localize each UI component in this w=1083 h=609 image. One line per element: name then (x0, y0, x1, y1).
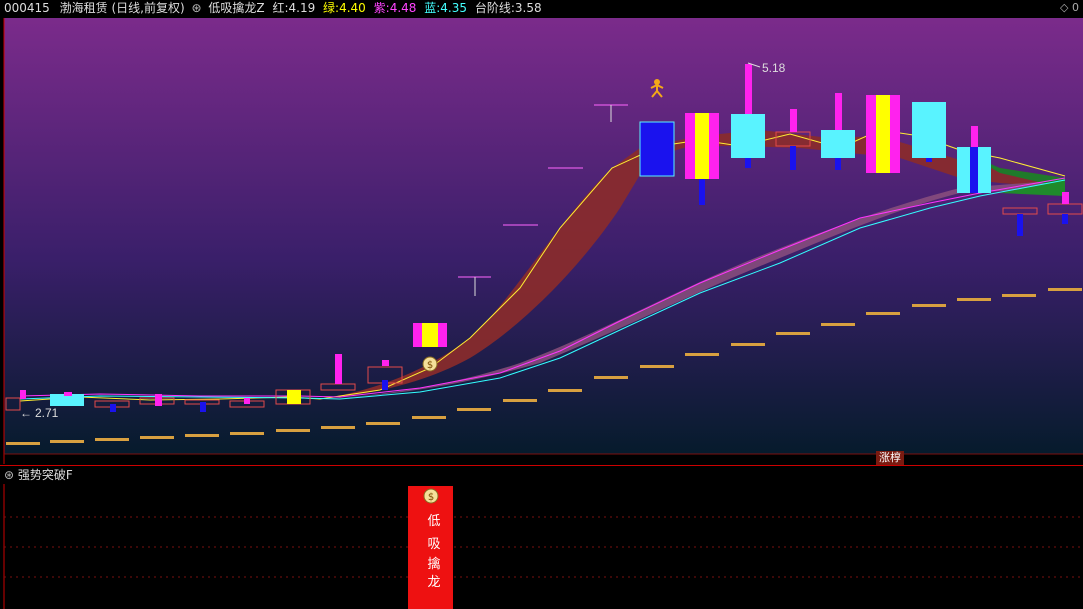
stock-code[interactable]: 000415 (4, 0, 50, 16)
indicator-blue: 蓝: 4.35 (424, 1, 467, 15)
money-bag-icon: $ (422, 356, 438, 372)
svg-text:$: $ (428, 492, 434, 503)
sub-panel-title[interactable]: ⊛ 强势突破F (4, 467, 73, 483)
svg-text:$: $ (427, 360, 433, 371)
indicator-step: 台阶线: 3.58 (474, 1, 542, 15)
zhangting-tag: 涨椁 (876, 451, 904, 465)
indicator-purple: 紫: 4.48 (373, 1, 417, 15)
signal-char-2: 吸 (427, 537, 441, 552)
sub-chart[interactable]: $ (0, 484, 1083, 609)
indicator-green: 绿: 4.40 (323, 1, 366, 15)
indicator-name[interactable]: 低吸擒龙Z (208, 0, 264, 16)
svg-text:←: ← (20, 406, 32, 420)
stock-name[interactable]: 渤海租赁 (60, 0, 108, 16)
signal-char-4: 龙 (427, 575, 441, 590)
svg-text:2.71: 2.71 (35, 406, 59, 420)
diamond-icon[interactable]: ◇ 0 (1060, 1, 1079, 14)
sub-menu-icon[interactable]: ⊛ (4, 468, 14, 482)
indicator-menu-icon[interactable]: ⊛ (192, 0, 202, 16)
panel-divider (0, 465, 1083, 466)
chart-header: 000415 渤海租赁 (日线,前复权) ⊛ 低吸擒龙Z 红: 4.19 绿: … (0, 0, 1083, 18)
period-label[interactable]: (日线,前复权) (111, 0, 184, 16)
money-bag-icon-sub: $ (423, 488, 439, 504)
min-price-label: ← 2.71 (20, 406, 59, 420)
chart-background (4, 18, 1083, 454)
signal-char-3: 擒 (427, 557, 441, 572)
signal-char-1: 低 (427, 514, 441, 529)
main-chart[interactable]: $ 5.18 ← 2.71 (0, 18, 1083, 464)
indicator-red: 红: 4.19 (272, 1, 316, 15)
svg-text:5.18: 5.18 (762, 61, 786, 75)
